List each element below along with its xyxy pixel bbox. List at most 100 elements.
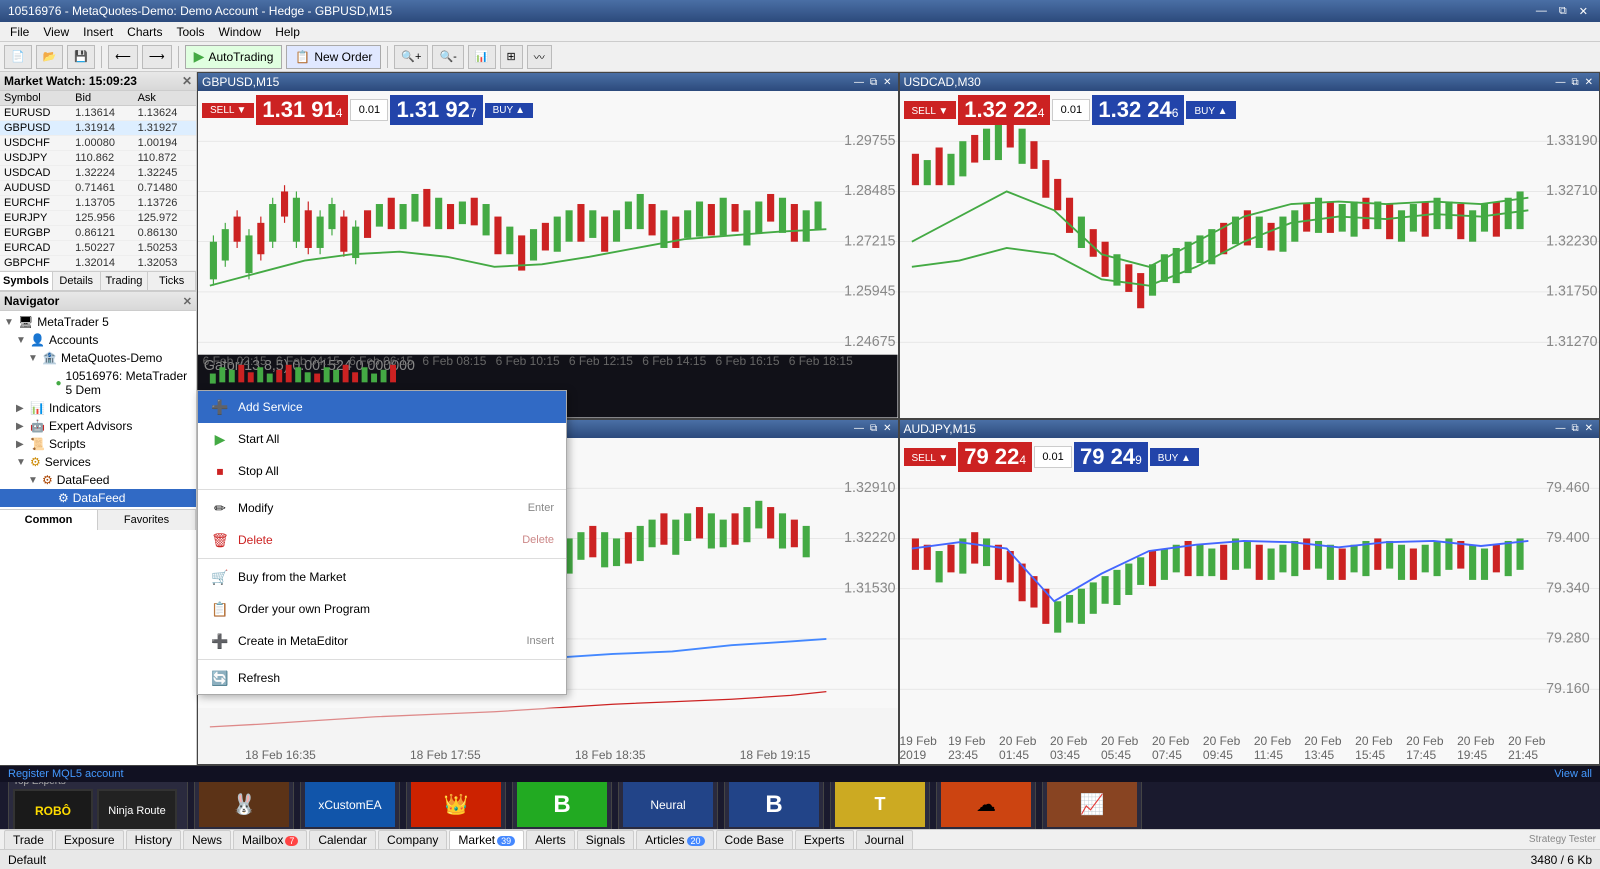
bottom-tab-articles[interactable]: Articles20: [636, 830, 713, 849]
nav-item-services[interactable]: ▼ ⚙ Services: [0, 453, 196, 471]
market-row[interactable]: EURUSD 1.13614 1.13624: [0, 106, 196, 121]
tab-trading[interactable]: Trading: [101, 272, 149, 290]
ctx-delete[interactable]: 🗑 Delete Delete: [198, 524, 566, 556]
new-button[interactable]: 📄: [4, 45, 32, 69]
chart3-max[interactable]: ⧉: [868, 423, 879, 434]
menu-window[interactable]: Window: [213, 24, 268, 40]
window-controls[interactable]: — ⧉ ✕: [1532, 5, 1592, 18]
close-button[interactable]: ✕: [1575, 5, 1592, 18]
menu-help[interactable]: Help: [269, 24, 306, 40]
menu-insert[interactable]: Insert: [77, 24, 119, 40]
ctx-create-editor[interactable]: ➕ Create in MetaEditor Insert: [198, 625, 566, 657]
market-row[interactable]: USDJPY 110.862 110.872: [0, 151, 196, 166]
new-order-button[interactable]: 📋 New Order: [286, 45, 381, 69]
chart1-lot-input[interactable]: [350, 99, 388, 121]
zoom-out-button[interactable]: 🔍-: [432, 45, 463, 69]
chart1-min[interactable]: —: [852, 77, 866, 88]
chart2-buy-btn[interactable]: BUY ▲: [1186, 101, 1235, 119]
bottom-tab-calendar[interactable]: Calendar: [309, 830, 376, 849]
chart2-controls[interactable]: — ⧉ ✕: [1553, 77, 1595, 88]
chart4-max[interactable]: ⧉: [1569, 423, 1580, 434]
chart4-sell-btn[interactable]: SELL ▼: [904, 448, 957, 466]
nav-item-account[interactable]: ● 10516976: MetaTrader 5 Dem: [0, 367, 196, 399]
chart2-body[interactable]: SELL ▼ 1.32 224 1.32 246 BUY ▲: [900, 91, 1600, 418]
market-row[interactable]: GBPUSD 1.31914 1.31927: [0, 121, 196, 136]
register-link[interactable]: Register MQL5 account: [8, 768, 124, 780]
menu-view[interactable]: View: [37, 24, 75, 40]
ctx-start-all[interactable]: ▶ Start All: [198, 423, 566, 455]
ctx-add-service[interactable]: ➕ Add Service: [198, 391, 566, 423]
chart4-close[interactable]: ✕: [1583, 423, 1595, 434]
ctx-buy-market[interactable]: 🛒 Buy from the Market: [198, 561, 566, 593]
ctx-refresh[interactable]: 🔄 Refresh: [198, 662, 566, 694]
nav-item-datafeed-parent[interactable]: ▼ ⚙ DataFeed: [0, 471, 196, 489]
ctx-order-program[interactable]: 📋 Order your own Program: [198, 593, 566, 625]
save-button[interactable]: 💾: [67, 45, 95, 69]
nav-item-indicators[interactable]: ▶ 📊 Indicators: [0, 399, 196, 417]
maximize-button[interactable]: ⧉: [1555, 5, 1571, 18]
tab-ticks[interactable]: Ticks: [148, 272, 196, 290]
grid-button[interactable]: ⊞: [500, 45, 523, 69]
tab-symbols[interactable]: Symbols: [0, 272, 53, 290]
chart4-buy-btn[interactable]: BUY ▲: [1150, 448, 1199, 466]
autotrading-button[interactable]: ▶ AutoTrading: [185, 45, 283, 69]
bottom-tab-market[interactable]: Market39: [449, 830, 524, 849]
nav-item-broker[interactable]: ▼ 🏦 MetaQuotes-Demo: [0, 349, 196, 367]
ctx-modify[interactable]: ✏ Modify Enter: [198, 492, 566, 524]
market-row[interactable]: EURCAD 1.50227 1.50253: [0, 241, 196, 256]
market-row[interactable]: EURCHF 1.13705 1.13726: [0, 196, 196, 211]
chart1-close[interactable]: ✕: [881, 77, 893, 88]
indicator-button[interactable]: 〰: [527, 45, 552, 69]
nav-tab-favorites[interactable]: Favorites: [98, 510, 196, 530]
market-row[interactable]: USDCHF 1.00080 1.00194: [0, 136, 196, 151]
chart-type-button[interactable]: 📊: [468, 45, 496, 69]
chart1-sell-btn[interactable]: SELL ▼: [202, 103, 254, 118]
bottom-tab-exposure[interactable]: Exposure: [55, 830, 124, 849]
bottom-tab-company[interactable]: Company: [378, 830, 447, 849]
navigator-close[interactable]: ✕: [183, 295, 192, 308]
menu-file[interactable]: File: [4, 24, 35, 40]
bottom-tab-news[interactable]: News: [183, 830, 231, 849]
bottom-tab-alerts[interactable]: Alerts: [526, 830, 575, 849]
chart2-sell-btn[interactable]: SELL ▼: [904, 101, 957, 119]
chart4-lot-input[interactable]: [1034, 446, 1072, 468]
nav-item-experts[interactable]: ▶ 🤖 Expert Advisors: [0, 417, 196, 435]
chart2-lot-input[interactable]: [1052, 99, 1090, 121]
nav-item-scripts[interactable]: ▶ 📜 Scripts: [0, 435, 196, 453]
bottom-tab-journal[interactable]: Journal: [856, 830, 913, 849]
open-button[interactable]: 📂: [36, 45, 64, 69]
market-row[interactable]: USDCAD 1.32224 1.32245: [0, 166, 196, 181]
chart3-min[interactable]: —: [852, 423, 866, 434]
bottom-tab-code-base[interactable]: Code Base: [716, 830, 793, 849]
chart4-min[interactable]: —: [1553, 423, 1567, 434]
bottom-tab-signals[interactable]: Signals: [577, 830, 634, 849]
menu-charts[interactable]: Charts: [121, 24, 168, 40]
chart4-controls[interactable]: — ⧉ ✕: [1553, 423, 1595, 434]
chart4-body[interactable]: SELL ▼ 79 224 79 249 BUY ▲: [900, 438, 1600, 765]
market-row[interactable]: GBPCHF 1.32014 1.32053: [0, 256, 196, 271]
bottom-tab-experts[interactable]: Experts: [795, 830, 854, 849]
nav-item-datafeed[interactable]: ⚙ DataFeed: [0, 489, 196, 507]
market-watch-close[interactable]: ✕: [182, 74, 192, 88]
chart1-controls[interactable]: — ⧉ ✕: [852, 77, 894, 88]
chart2-max[interactable]: ⧉: [1569, 77, 1580, 88]
zoom-in-button[interactable]: 🔍+: [394, 45, 428, 69]
chart3-controls[interactable]: — ⧉ ✕: [852, 423, 894, 434]
back-button[interactable]: ⟵: [108, 45, 138, 69]
ctx-stop-all[interactable]: ⏹ Stop All: [198, 455, 566, 487]
chart3-close[interactable]: ✕: [881, 423, 893, 434]
tab-details[interactable]: Details: [53, 272, 101, 290]
bottom-tab-mailbox[interactable]: Mailbox7: [233, 830, 307, 849]
nav-item-accounts[interactable]: ▼ 👤 Accounts: [0, 331, 196, 349]
chart2-close[interactable]: ✕: [1583, 77, 1595, 88]
chart1-body[interactable]: SELL ▼ 1.31 914 1.31 927 BUY ▲: [198, 91, 898, 418]
chart2-min[interactable]: —: [1553, 77, 1567, 88]
bottom-tab-trade[interactable]: Trade: [4, 830, 53, 849]
nav-tab-common[interactable]: Common: [0, 510, 98, 530]
market-row[interactable]: AUDUSD 0.71461 0.71480: [0, 181, 196, 196]
nav-item-root[interactable]: ▼ 🖥 MetaTrader 5: [0, 313, 196, 331]
market-row[interactable]: EURGBP 0.86121 0.86130: [0, 226, 196, 241]
view-all-link[interactable]: View all: [1554, 768, 1592, 780]
chart1-buy-btn[interactable]: BUY ▲: [485, 103, 533, 118]
menu-tools[interactable]: Tools: [171, 24, 211, 40]
